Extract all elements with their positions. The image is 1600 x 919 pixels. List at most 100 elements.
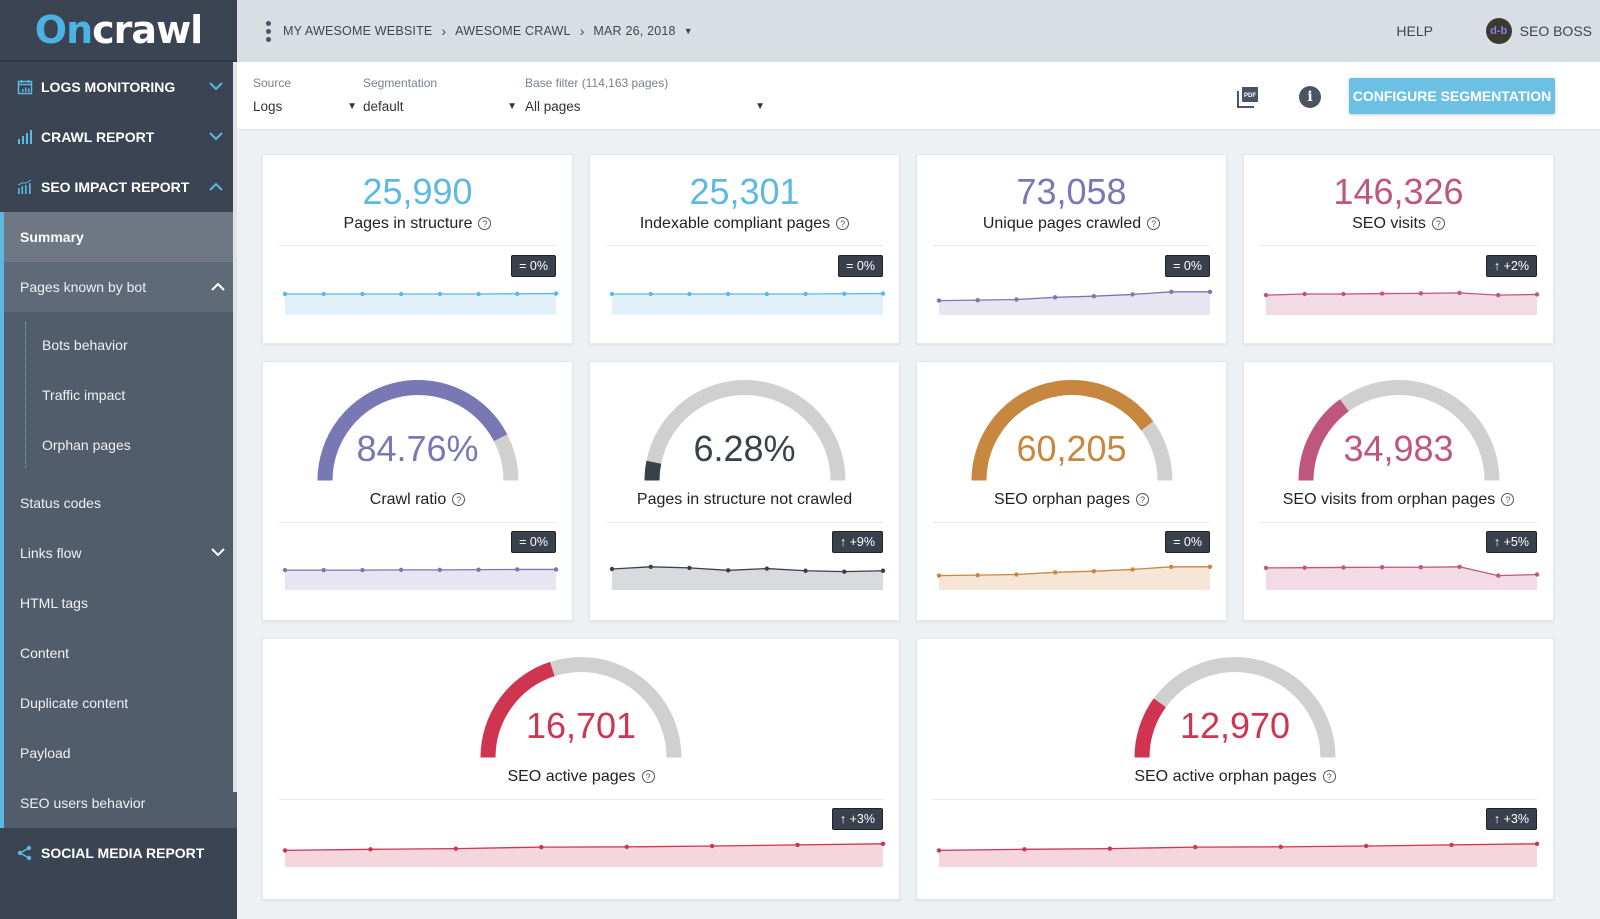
sparkline-point[interactable] (1302, 291, 1307, 297)
metric-card-seo-visits[interactable]: 146,326 SEO visits? ↑ +2% (1243, 154, 1554, 344)
sidebar-item-content[interactable]: Content (4, 628, 237, 678)
help-icon[interactable]: ? (1147, 217, 1161, 231)
nav-logs-monitoring[interactable]: LOGS MONITORING (0, 62, 237, 112)
sidebar-item-pages-known-by-bot[interactable]: Pages known by bot (4, 262, 237, 312)
sparkline-point[interactable] (842, 291, 847, 296)
help-icon[interactable]: ? (1431, 217, 1445, 231)
sidebar-item-orphan-pages[interactable]: Orphan pages (4, 420, 237, 470)
breadcrumb-date[interactable]: MAR 26, 2018 (593, 24, 675, 38)
sparkline-point[interactable] (795, 842, 800, 848)
sidebar-item-traffic-impact[interactable]: Traffic impact (4, 370, 237, 420)
metric-card-seo-visits-from-orphan-pages[interactable]: 34,983 SEO visits from orphan pages? ↑ +5% (1243, 361, 1554, 621)
caret-down-icon[interactable]: ▼ (684, 26, 693, 36)
metric-card-seo-active-orphan-pages[interactable]: 12,970 SEO active orphan pages? ↑ +3% (916, 638, 1554, 900)
sparkline-point[interactable] (453, 846, 459, 851)
breadcrumb-website[interactable]: MY AWESOME WEBSITE (283, 24, 432, 38)
nav-crawl-report[interactable]: CRAWL REPORT (0, 112, 237, 162)
sparkline-point[interactable] (1052, 570, 1058, 575)
breadcrumb-crawl[interactable]: AWESOME CRAWL (455, 24, 571, 38)
sparkline-point[interactable] (648, 564, 653, 569)
sparkline-point[interactable] (398, 567, 404, 573)
help-icon[interactable]: ? (478, 217, 492, 231)
nav-seo-impact-report[interactable]: SEO IMPACT REPORT (0, 162, 237, 212)
sparkline-point[interactable] (1207, 289, 1213, 294)
sparkline-point[interactable] (1014, 572, 1019, 577)
sparkline-point[interactable] (1379, 291, 1385, 296)
sparkline-point[interactable] (515, 567, 520, 572)
sparkline-point[interactable] (553, 567, 559, 572)
metric-card-indexable-compliant-pages[interactable]: 25,301 Indexable compliant pages? = 0% (589, 154, 900, 344)
sparkline-point[interactable] (764, 566, 770, 571)
sparkline-point[interactable] (1496, 573, 1501, 578)
sparkline-point[interactable] (1341, 291, 1346, 297)
sparkline-point[interactable] (1457, 564, 1462, 569)
base-filter-select[interactable]: All pages ▼ (525, 99, 765, 114)
sparkline-point[interactable] (1169, 564, 1174, 569)
sparkline-point[interactable] (282, 291, 288, 297)
sparkline-point[interactable] (1379, 565, 1385, 570)
sparkline-point[interactable] (1263, 292, 1269, 298)
sparkline-point[interactable] (515, 291, 520, 296)
sparkline-point[interactable] (880, 291, 886, 296)
sidebar-item-summary[interactable]: Summary (4, 212, 237, 262)
sparkline-point[interactable] (1014, 297, 1019, 302)
sidebar-scrollbar[interactable] (233, 62, 237, 792)
sparkline-point[interactable] (1091, 569, 1097, 574)
sparkline-point[interactable] (725, 291, 731, 297)
sparkline-point[interactable] (321, 567, 326, 573)
sparkline-point[interactable] (880, 841, 886, 846)
sparkline-point[interactable] (709, 843, 715, 849)
sparkline-point[interactable] (648, 291, 653, 297)
sparkline-point[interactable] (1207, 564, 1213, 569)
sparkline-point[interactable] (1418, 565, 1424, 570)
sparkline-point[interactable] (437, 567, 443, 573)
sparkline-point[interactable] (687, 565, 692, 571)
help-icon[interactable]: ? (836, 217, 850, 231)
sparkline-point[interactable] (1449, 842, 1454, 848)
sidebar-item-status-codes[interactable]: Status codes (4, 478, 237, 528)
sparkline-point[interactable] (1193, 844, 1198, 850)
configure-segmentation-button[interactable]: CONFIGURE SEGMENTATION (1349, 78, 1555, 114)
sidebar-item-bots-behavior[interactable]: Bots behavior (4, 320, 237, 370)
sparkline-point[interactable] (398, 291, 404, 297)
sparkline-point[interactable] (609, 291, 615, 297)
info-icon[interactable]: i (1299, 86, 1321, 108)
sparkline-point[interactable] (1363, 843, 1369, 849)
sparkline-point[interactable] (1278, 844, 1283, 850)
sparkline-point[interactable] (1534, 841, 1540, 846)
pdf-export-icon[interactable]: PDF (1237, 86, 1259, 108)
sparkline-point[interactable] (609, 566, 615, 572)
sparkline-point[interactable] (1052, 295, 1058, 300)
sparkline-point[interactable] (360, 291, 365, 297)
metric-card-seo-active-pages[interactable]: 16,701 SEO active pages? ↑ +3% (262, 638, 900, 900)
sparkline-point[interactable] (1022, 847, 1027, 852)
sparkline-point[interactable] (368, 847, 373, 852)
sparkline-point[interactable] (1457, 290, 1462, 296)
sidebar-item-seo-users-behavior[interactable]: SEO users behavior (4, 778, 237, 828)
sparkline-point[interactable] (539, 844, 544, 850)
sparkline-point[interactable] (476, 291, 481, 297)
metric-card-pages-in-structure[interactable]: 25,990 Pages in structure? = 0% (262, 154, 573, 344)
sparkline-point[interactable] (1534, 292, 1540, 297)
sparkline-point[interactable] (936, 573, 942, 578)
sparkline-point[interactable] (1302, 565, 1307, 570)
metric-card-pages-in-structure-not-crawled[interactable]: 6.28% Pages in structure not crawled ↑ +9% (589, 361, 900, 621)
sparkline-point[interactable] (624, 844, 629, 850)
sparkline-point[interactable] (1169, 289, 1174, 294)
sparkline-point[interactable] (1341, 565, 1346, 570)
sparkline-point[interactable] (476, 567, 481, 572)
sidebar-item-links-flow[interactable]: Links flow (4, 528, 237, 578)
sparkline-point[interactable] (360, 567, 365, 573)
sparkline-point[interactable] (1091, 294, 1097, 299)
sparkline-point[interactable] (553, 291, 559, 296)
metric-card-seo-orphan-pages[interactable]: 60,205 SEO orphan pages? = 0% (916, 361, 1227, 621)
more-options-icon[interactable] (253, 20, 283, 42)
help-icon[interactable]: ? (452, 493, 466, 507)
sparkline-point[interactable] (975, 297, 980, 303)
source-select[interactable]: Logs ▼ (253, 99, 357, 114)
sidebar-item-html-tags[interactable]: HTML tags (4, 578, 237, 628)
sparkline-point[interactable] (975, 572, 980, 578)
sparkline-point[interactable] (1418, 291, 1424, 296)
sparkline-point[interactable] (803, 291, 808, 297)
sparkline-point[interactable] (936, 848, 942, 853)
